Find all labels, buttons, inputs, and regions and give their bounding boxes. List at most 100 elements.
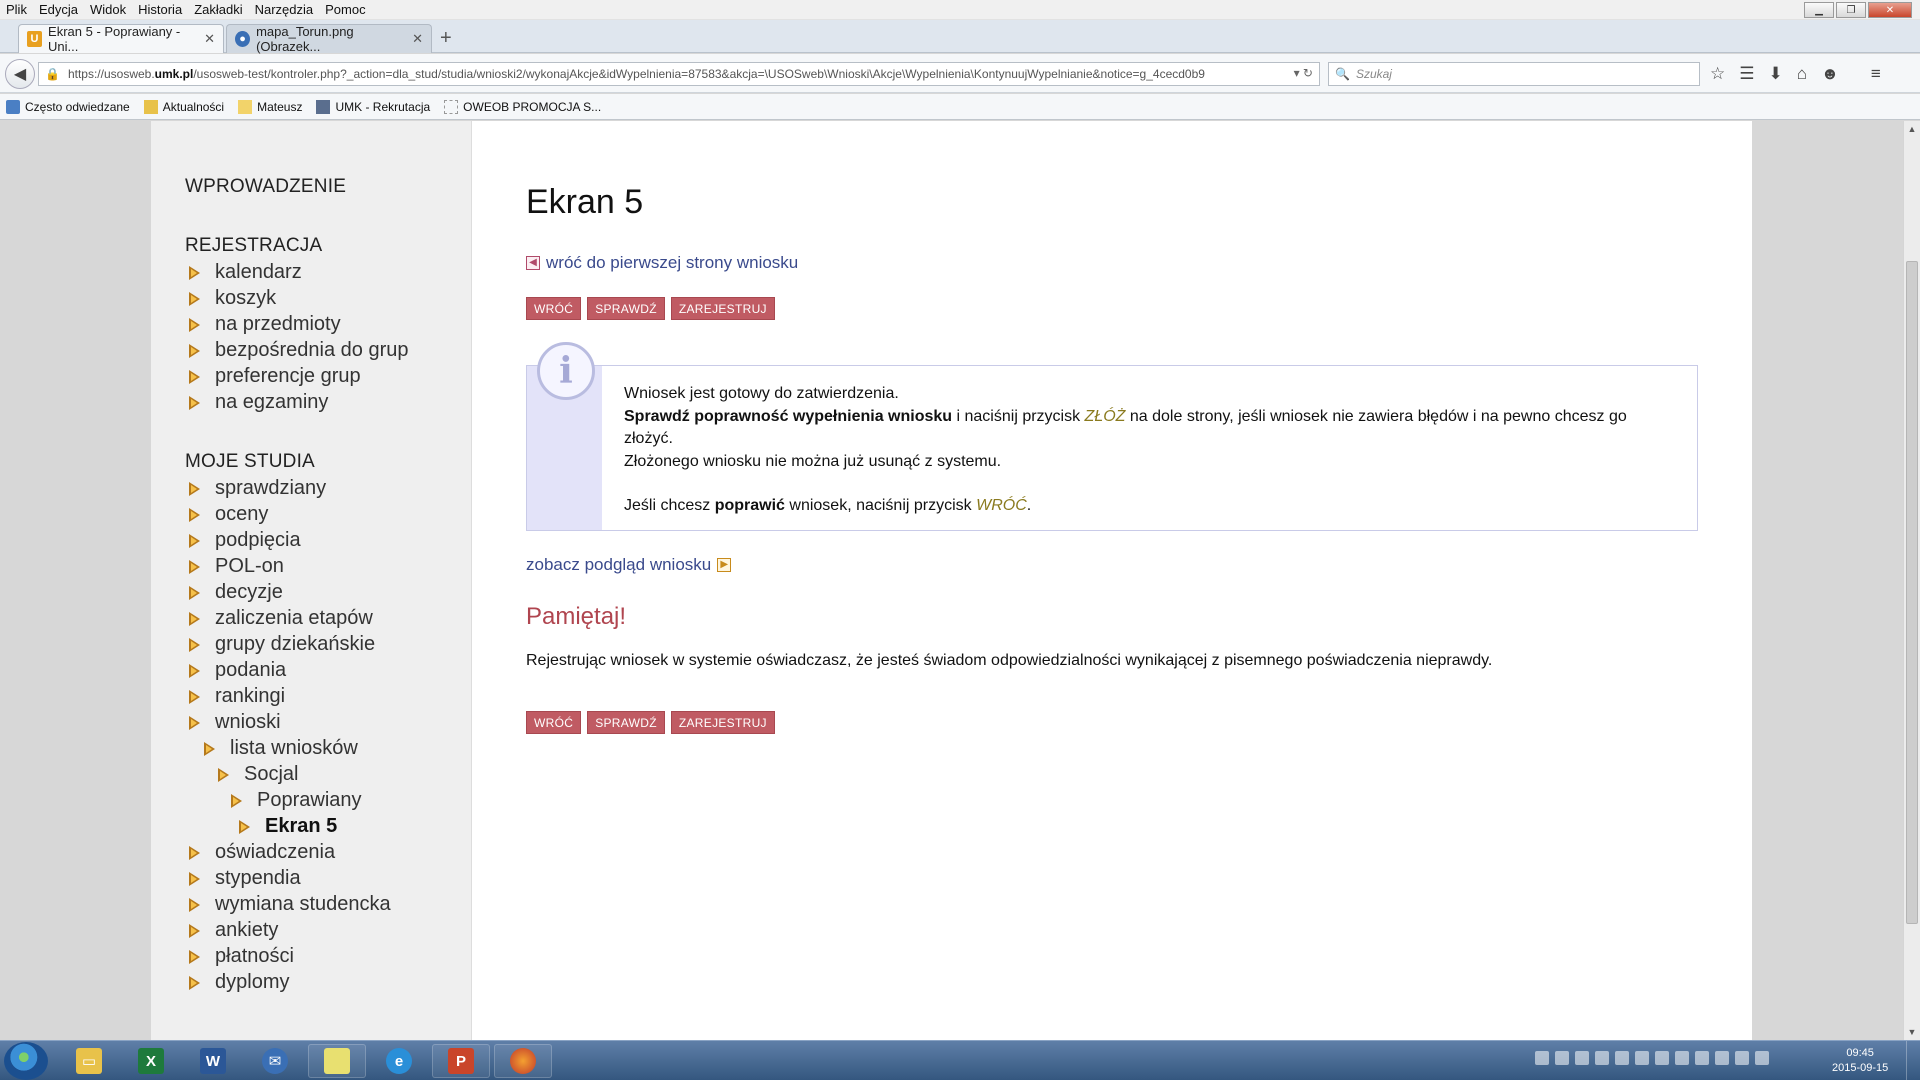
sidebar-item-na-przedmioty[interactable]: na przedmioty: [189, 313, 341, 336]
scroll-down-icon[interactable]: ▼: [1904, 1024, 1920, 1040]
tab-ekran5[interactable]: U Ekran 5 - Poprawiany - Uni... ✕: [18, 24, 224, 54]
sidebar-item-ekran5[interactable]: Ekran 5: [239, 815, 337, 838]
bookmark-star-icon[interactable]: ☆: [1710, 64, 1725, 84]
tray-icon[interactable]: [1575, 1051, 1589, 1065]
check-button-top[interactable]: SPRAWDŹ: [587, 297, 665, 320]
reload-icon[interactable]: ▾ ↻: [1294, 66, 1313, 80]
network-icon[interactable]: [1695, 1051, 1709, 1065]
sidebar-item-kalendarz[interactable]: kalendarz: [189, 261, 302, 284]
download-icon[interactable]: ⬇: [1769, 64, 1783, 84]
tab-close-icon[interactable]: ✕: [412, 31, 423, 47]
menu-hamburger-icon[interactable]: ≡: [1871, 64, 1881, 84]
bookmark-aktualnosci[interactable]: Aktualności: [143, 99, 224, 114]
register-button-top[interactable]: ZAREJESTRUJ: [670, 297, 775, 320]
bookmark-most-visited[interactable]: Często odwiedzane: [6, 99, 130, 114]
bluetooth-icon[interactable]: [1675, 1051, 1689, 1065]
page-viewport: WPROWADZENIE REJESTRACJA kalendarz koszy…: [0, 121, 1903, 1040]
sidebar-item-stypendia[interactable]: stypendia: [189, 867, 301, 890]
tray-icon[interactable]: [1715, 1051, 1729, 1065]
tray-icon[interactable]: [1615, 1051, 1629, 1065]
page-scrollbar[interactable]: ▲ ▼: [1903, 121, 1920, 1040]
taskbar-firefox[interactable]: [494, 1044, 552, 1078]
home-icon[interactable]: ⌂: [1797, 64, 1807, 84]
sidebar-section-wprowadzenie[interactable]: WPROWADZENIE: [185, 176, 346, 198]
menu-view[interactable]: Widok: [90, 2, 126, 17]
sidebar-item-podania[interactable]: podania: [189, 659, 286, 682]
sidebar-item-preferencje[interactable]: preferencje grup: [189, 365, 361, 388]
back-button-top[interactable]: WRÓĆ: [526, 297, 582, 320]
sidebar-item-platnosci[interactable]: płatności: [189, 945, 294, 968]
taskbar-thunderbird[interactable]: ✉: [246, 1044, 304, 1078]
url-bar[interactable]: 🔒 https://usosweb. umk.pl/usosweb-test/ko…: [38, 62, 1320, 86]
tab-mapa-torun[interactable]: ● mapa_Torun.png (Obrazek... ✕: [226, 24, 432, 54]
start-button[interactable]: [4, 1042, 48, 1080]
sidebar-item-lista-wnioskow[interactable]: lista wniosków: [204, 737, 358, 760]
sidebar-item-poprawiany[interactable]: Poprawiany: [231, 789, 362, 812]
taskbar-clock[interactable]: 09:45 2015-09-15: [1832, 1046, 1888, 1076]
bookmark-oweob[interactable]: OWEOB PROMOCJA S...: [444, 99, 601, 114]
menu-help[interactable]: Pomoc: [325, 2, 365, 17]
sidebar-item-sprawdziany[interactable]: sprawdziany: [189, 477, 326, 500]
menu-bookmarks[interactable]: Zakładki: [194, 2, 242, 17]
reading-list-icon[interactable]: ☰: [1739, 64, 1754, 84]
back-button-bottom[interactable]: WRÓĆ: [526, 711, 582, 734]
menu-history[interactable]: Historia: [138, 2, 182, 17]
menu-bar: Plik Edycja Widok Historia Zakładki Narz…: [0, 0, 1920, 20]
sidebar-item-decyzje[interactable]: decyzje: [189, 581, 283, 604]
tray-icon[interactable]: [1655, 1051, 1669, 1065]
tray-icon[interactable]: [1555, 1051, 1569, 1065]
scroll-thumb[interactable]: [1906, 261, 1918, 924]
search-input[interactable]: 🔍 Szukaj: [1328, 62, 1700, 86]
preview-application-link[interactable]: zobacz podgląd wniosku ▶: [526, 555, 732, 575]
sidebar-item-na-egzaminy[interactable]: na egzaminy: [189, 391, 328, 414]
taskbar-explorer[interactable]: ▭: [60, 1044, 118, 1078]
sidebar-item-bezposrednia[interactable]: bezpośrednia do grup: [189, 339, 408, 362]
tray-icon[interactable]: [1535, 1051, 1549, 1065]
sidebar-item-koszyk[interactable]: koszyk: [189, 287, 276, 310]
flag-icon[interactable]: [1735, 1051, 1749, 1065]
chat-icon[interactable]: ☻: [1821, 64, 1839, 84]
sidebar-item-grupy-dziekanskie[interactable]: grupy dziekańskie: [189, 633, 375, 656]
windows-taskbar: ▭ X W ✉ e P 09:45 2015-09-15: [0, 1040, 1920, 1080]
sidebar-item-pol-on[interactable]: POL-on: [189, 555, 284, 578]
close-window-button[interactable]: ✕: [1868, 2, 1912, 18]
sidebar-item-socjal[interactable]: Socjal: [218, 763, 298, 786]
sidebar-item-wnioski[interactable]: wnioski: [189, 711, 281, 734]
sidebar-item-ankiety[interactable]: ankiety: [189, 919, 278, 942]
show-desktop-button[interactable]: [1906, 1041, 1920, 1080]
sidebar-item-wymiana[interactable]: wymiana studencka: [189, 893, 391, 916]
new-tab-button[interactable]: +: [440, 27, 452, 50]
tray-icon[interactable]: [1635, 1051, 1649, 1065]
check-button-bottom[interactable]: SPRAWDŹ: [587, 711, 665, 734]
taskbar-powerpoint[interactable]: P: [432, 1044, 490, 1078]
sidebar-section-moje-studia[interactable]: MOJE STUDIA: [185, 451, 315, 473]
sidebar-item-zaliczenia[interactable]: zaliczenia etapów: [189, 607, 373, 630]
bookmark-umk-rekrutacja[interactable]: UMK - Rekrutacja: [316, 99, 430, 114]
preview-link-label: zobacz podgląd wniosku: [526, 555, 712, 574]
taskbar-excel[interactable]: X: [122, 1044, 180, 1078]
scroll-up-icon[interactable]: ▲: [1904, 121, 1920, 137]
sidebar-item-podpiecia[interactable]: podpięcia: [189, 529, 301, 552]
bookmark-mateusz[interactable]: Mateusz: [238, 99, 302, 114]
firefox-icon: [510, 1048, 536, 1074]
sidebar-item-oceny[interactable]: oceny: [189, 503, 268, 526]
taskbar-sticky-notes[interactable]: [308, 1044, 366, 1078]
sidebar-item-rankingi[interactable]: rankingi: [189, 685, 285, 708]
arrow-bullet-icon: [189, 897, 201, 912]
sidebar-section-rejestracja[interactable]: REJESTRACJA: [185, 235, 322, 257]
menu-tools[interactable]: Narzędzia: [255, 2, 314, 17]
back-button[interactable]: ◀: [5, 59, 35, 89]
back-to-first-page-link[interactable]: ◀ wróć do pierwszej strony wniosku: [526, 253, 798, 273]
restore-button[interactable]: ❐: [1836, 2, 1866, 18]
menu-file[interactable]: Plik: [6, 2, 27, 17]
tab-close-icon[interactable]: ✕: [204, 31, 215, 47]
taskbar-word[interactable]: W: [184, 1044, 242, 1078]
tray-icon[interactable]: [1755, 1051, 1769, 1065]
taskbar-ie[interactable]: e: [370, 1044, 428, 1078]
sidebar-item-oswiadczenia[interactable]: oświadczenia: [189, 841, 335, 864]
menu-edit[interactable]: Edycja: [39, 2, 78, 17]
minimize-button[interactable]: ▁: [1804, 2, 1834, 18]
sidebar-item-dyplomy[interactable]: dyplomy: [189, 971, 289, 994]
register-button-bottom[interactable]: ZAREJESTRUJ: [670, 711, 775, 734]
volume-icon[interactable]: [1595, 1051, 1609, 1065]
